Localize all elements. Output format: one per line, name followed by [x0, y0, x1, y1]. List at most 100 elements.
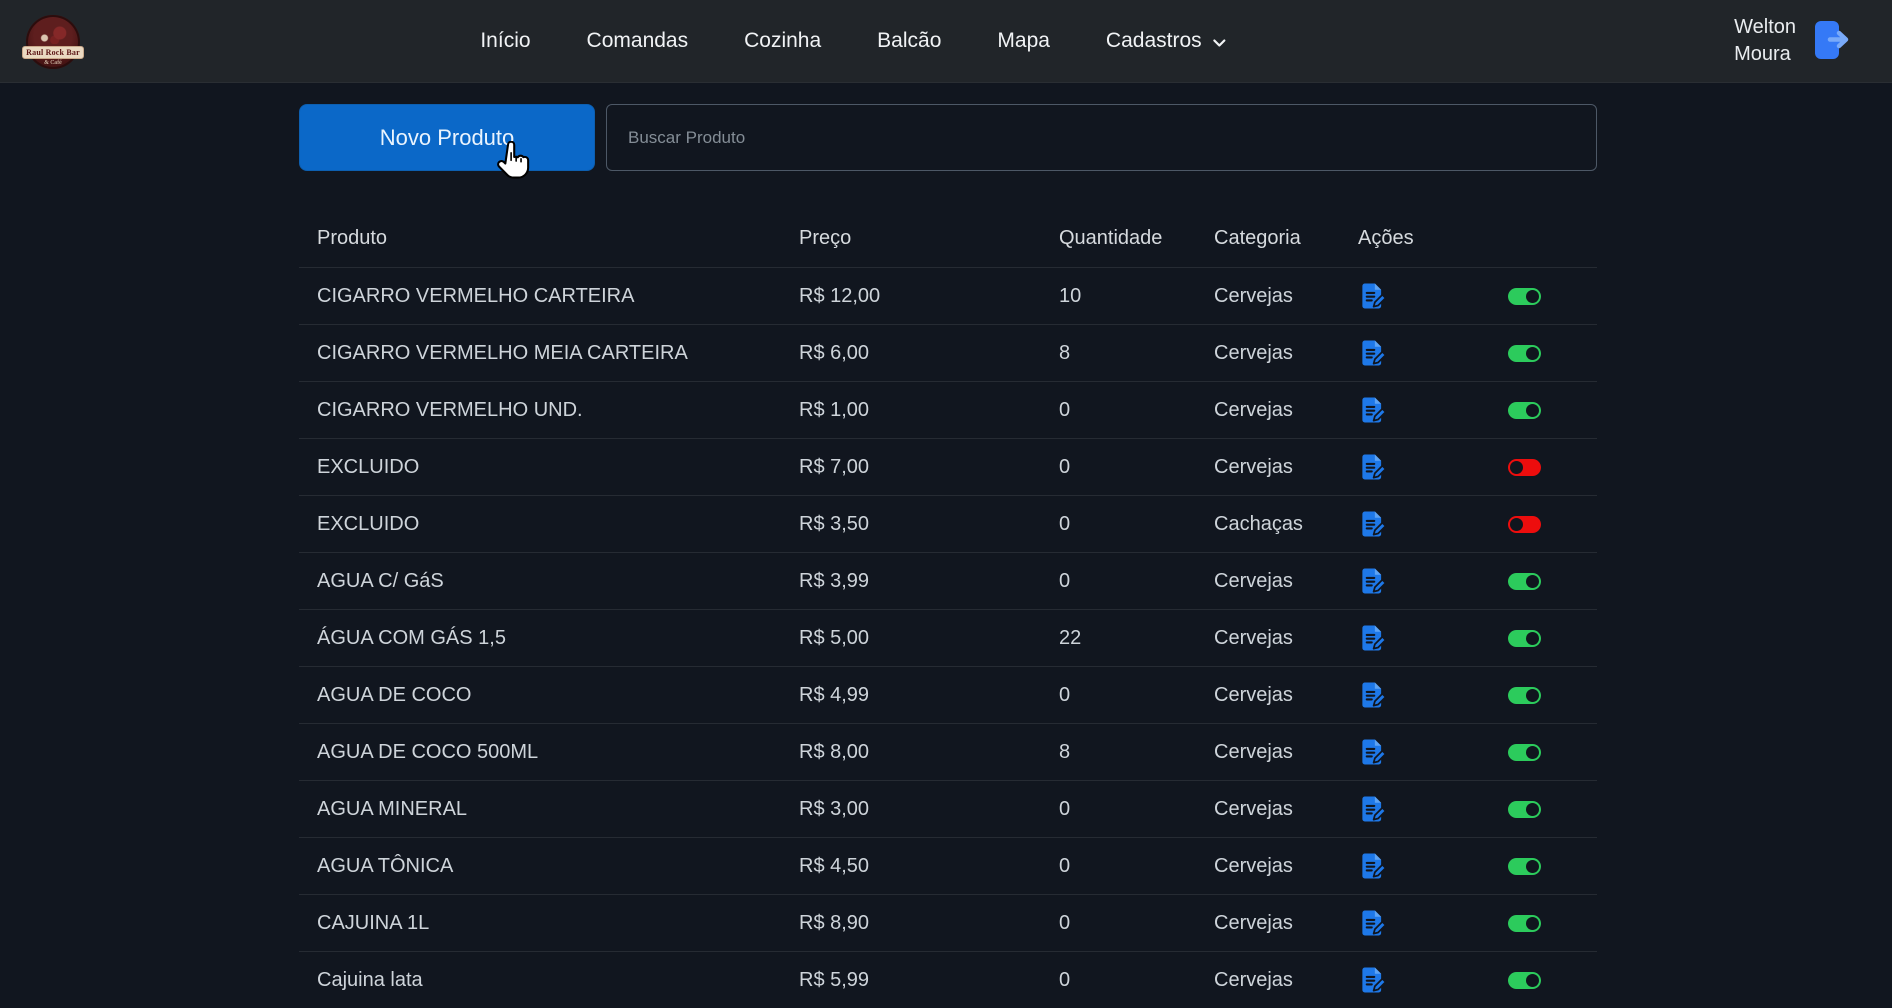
edit-document-icon [1358, 983, 1388, 998]
active-toggle-on[interactable] [1508, 858, 1541, 875]
product-category: Cervejas [1214, 399, 1358, 422]
edit-document-icon [1358, 812, 1388, 827]
product-name: AGUA DE COCO [299, 684, 799, 707]
product-actions [1358, 566, 1597, 596]
product-actions [1358, 794, 1597, 824]
edit-product-button[interactable] [1358, 395, 1388, 425]
new-product-button[interactable]: Novo Produto [299, 104, 595, 171]
table-row: CIGARRO VERMELHO MEIA CARTEIRA R$ 6,00 8… [299, 324, 1597, 381]
table-row: Cajuina lata R$ 5,99 0 Cervejas [299, 951, 1597, 1008]
product-price: R$ 1,00 [799, 399, 1059, 422]
product-price: R$ 3,99 [799, 570, 1059, 593]
product-actions [1358, 509, 1597, 539]
nav-item-mapa[interactable]: Mapa [995, 23, 1052, 59]
logo-subtitle: & Café [26, 60, 80, 66]
nav-item-inicio[interactable]: Início [478, 23, 532, 59]
edit-document-icon [1358, 869, 1388, 884]
product-actions [1358, 908, 1597, 938]
edit-product-button[interactable] [1358, 566, 1388, 596]
logo-art [36, 24, 70, 44]
nav-item-balcao[interactable]: Balcão [875, 23, 943, 59]
active-toggle-on[interactable] [1508, 687, 1541, 704]
edit-product-button[interactable] [1358, 908, 1388, 938]
product-quantity: 0 [1059, 513, 1214, 536]
active-toggle-on[interactable] [1508, 630, 1541, 647]
product-category: Cervejas [1214, 912, 1358, 935]
active-toggle-off[interactable] [1508, 459, 1541, 476]
active-toggle-on[interactable] [1508, 915, 1541, 932]
edit-product-button[interactable] [1358, 851, 1388, 881]
edit-product-button[interactable] [1358, 281, 1388, 311]
active-toggle-off[interactable] [1508, 516, 1541, 533]
column-header-preco: Preço [799, 227, 1059, 250]
product-name: AGUA TÔNICA [299, 855, 799, 878]
edit-document-icon [1358, 470, 1388, 485]
toolbar: Novo Produto [299, 104, 1597, 171]
product-quantity: 0 [1059, 855, 1214, 878]
product-name: CAJUINA 1L [299, 912, 799, 935]
search-product-input[interactable] [606, 104, 1597, 171]
user-block: Welton Moura [1734, 14, 1852, 68]
active-toggle-on[interactable] [1508, 573, 1541, 590]
product-quantity: 0 [1059, 684, 1214, 707]
nav-item-cadastros[interactable]: Cadastros [1104, 23, 1230, 59]
product-quantity: 0 [1059, 912, 1214, 935]
brand-logo[interactable]: Raul Rock Bar & Café [26, 15, 80, 69]
table-row: CIGARRO VERMELHO CARTEIRA R$ 12,00 10 Ce… [299, 267, 1597, 324]
edit-product-button[interactable] [1358, 452, 1388, 482]
table-row: EXCLUIDO R$ 3,50 0 Cachaças [299, 495, 1597, 552]
product-quantity: 8 [1059, 741, 1214, 764]
table-header: ProdutoPreçoQuantidadeCategoriaAções [299, 214, 1597, 267]
edit-document-icon [1358, 413, 1388, 428]
edit-product-button[interactable] [1358, 509, 1388, 539]
product-price: R$ 3,00 [799, 798, 1059, 821]
edit-product-button[interactable] [1358, 794, 1388, 824]
product-category: Cervejas [1214, 684, 1358, 707]
product-actions [1358, 851, 1597, 881]
active-toggle-on[interactable] [1508, 801, 1541, 818]
logout-button[interactable] [1812, 17, 1852, 66]
product-category: Cervejas [1214, 627, 1358, 650]
chevron-down-icon [1212, 35, 1228, 51]
product-actions [1358, 338, 1597, 368]
user-name: Welton Moura [1734, 14, 1796, 68]
edit-document-icon [1358, 926, 1388, 941]
edit-product-button[interactable] [1358, 737, 1388, 767]
table-row: AGUA C/ GáS R$ 3,99 0 Cervejas [299, 552, 1597, 609]
product-quantity: 10 [1059, 285, 1214, 308]
edit-product-button[interactable] [1358, 965, 1388, 995]
active-toggle-on[interactable] [1508, 288, 1541, 305]
product-category: Cervejas [1214, 855, 1358, 878]
product-name: EXCLUIDO [299, 456, 799, 479]
edit-product-button[interactable] [1358, 338, 1388, 368]
table-row: ÁGUA COM GÁS 1,5 R$ 5,00 22 Cervejas [299, 609, 1597, 666]
table-row: CIGARRO VERMELHO UND. R$ 1,00 0 Cervejas [299, 381, 1597, 438]
active-toggle-on[interactable] [1508, 345, 1541, 362]
product-name: CIGARRO VERMELHO CARTEIRA [299, 285, 799, 308]
product-actions [1358, 965, 1597, 995]
edit-product-button[interactable] [1358, 680, 1388, 710]
product-name: EXCLUIDO [299, 513, 799, 536]
product-name: ÁGUA COM GÁS 1,5 [299, 627, 799, 650]
product-category: Cervejas [1214, 798, 1358, 821]
products-table: ProdutoPreçoQuantidadeCategoriaAções CIG… [299, 214, 1597, 1008]
edit-product-button[interactable] [1358, 623, 1388, 653]
product-price: R$ 12,00 [799, 285, 1059, 308]
products-page: Novo Produto ProdutoPreçoQuantidadeCateg… [0, 83, 1892, 1008]
nav-item-cozinha[interactable]: Cozinha [742, 23, 823, 59]
nav-item-comandas[interactable]: Comandas [585, 23, 691, 59]
edit-document-icon [1358, 641, 1388, 656]
table-body: CIGARRO VERMELHO CARTEIRA R$ 12,00 10 Ce… [299, 267, 1597, 1008]
active-toggle-on[interactable] [1508, 744, 1541, 761]
product-price: R$ 8,00 [799, 741, 1059, 764]
active-toggle-on[interactable] [1508, 402, 1541, 419]
product-actions [1358, 623, 1597, 653]
product-name: CIGARRO VERMELHO UND. [299, 399, 799, 422]
product-quantity: 0 [1059, 969, 1214, 992]
edit-document-icon [1358, 356, 1388, 371]
product-category: Cervejas [1214, 285, 1358, 308]
column-header-acoes: Ações [1358, 227, 1597, 250]
table-row: AGUA DE COCO R$ 4,99 0 Cervejas [299, 666, 1597, 723]
product-quantity: 8 [1059, 342, 1214, 365]
logout-door-arrow-icon [1812, 51, 1852, 66]
